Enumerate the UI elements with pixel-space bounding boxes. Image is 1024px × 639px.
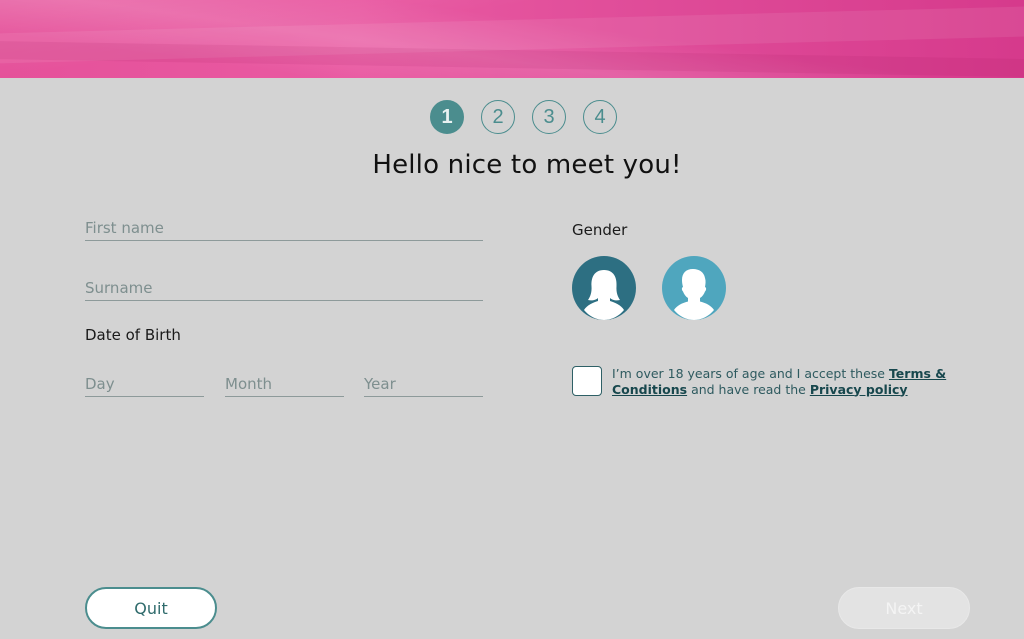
step-1: 1	[430, 100, 464, 134]
step-4: 4	[583, 100, 617, 134]
header-banner	[0, 0, 1024, 78]
age-consent-checkbox[interactable]	[572, 366, 602, 396]
step-2: 2	[481, 100, 515, 134]
month-input[interactable]	[225, 374, 344, 397]
first-name-input[interactable]	[85, 218, 483, 241]
page-title: Hello nice to meet you!	[372, 150, 682, 180]
privacy-policy-link[interactable]: Privacy policy	[810, 382, 908, 397]
consent-text-part-2: and have read the	[687, 381, 810, 397]
gender-male-button[interactable]	[662, 256, 726, 320]
quit-button[interactable]: Quit	[85, 587, 217, 629]
gender-label: Gender	[572, 221, 628, 239]
surname-input[interactable]	[85, 278, 483, 301]
step-indicator: 1 2 3 4	[430, 100, 617, 134]
date-of-birth-label: Date of Birth	[85, 326, 181, 344]
day-input[interactable]	[85, 374, 204, 397]
next-button[interactable]: Next	[838, 587, 970, 629]
step-3: 3	[532, 100, 566, 134]
consent-text: I’m over 18 years of age and I accept th…	[612, 366, 972, 397]
male-avatar-icon	[674, 269, 714, 320]
year-input[interactable]	[364, 374, 483, 397]
gender-female-button[interactable]	[572, 256, 636, 320]
consent-text-part-1: I’m over 18 years of age and I accept th…	[612, 366, 889, 381]
female-avatar-icon	[584, 270, 624, 320]
